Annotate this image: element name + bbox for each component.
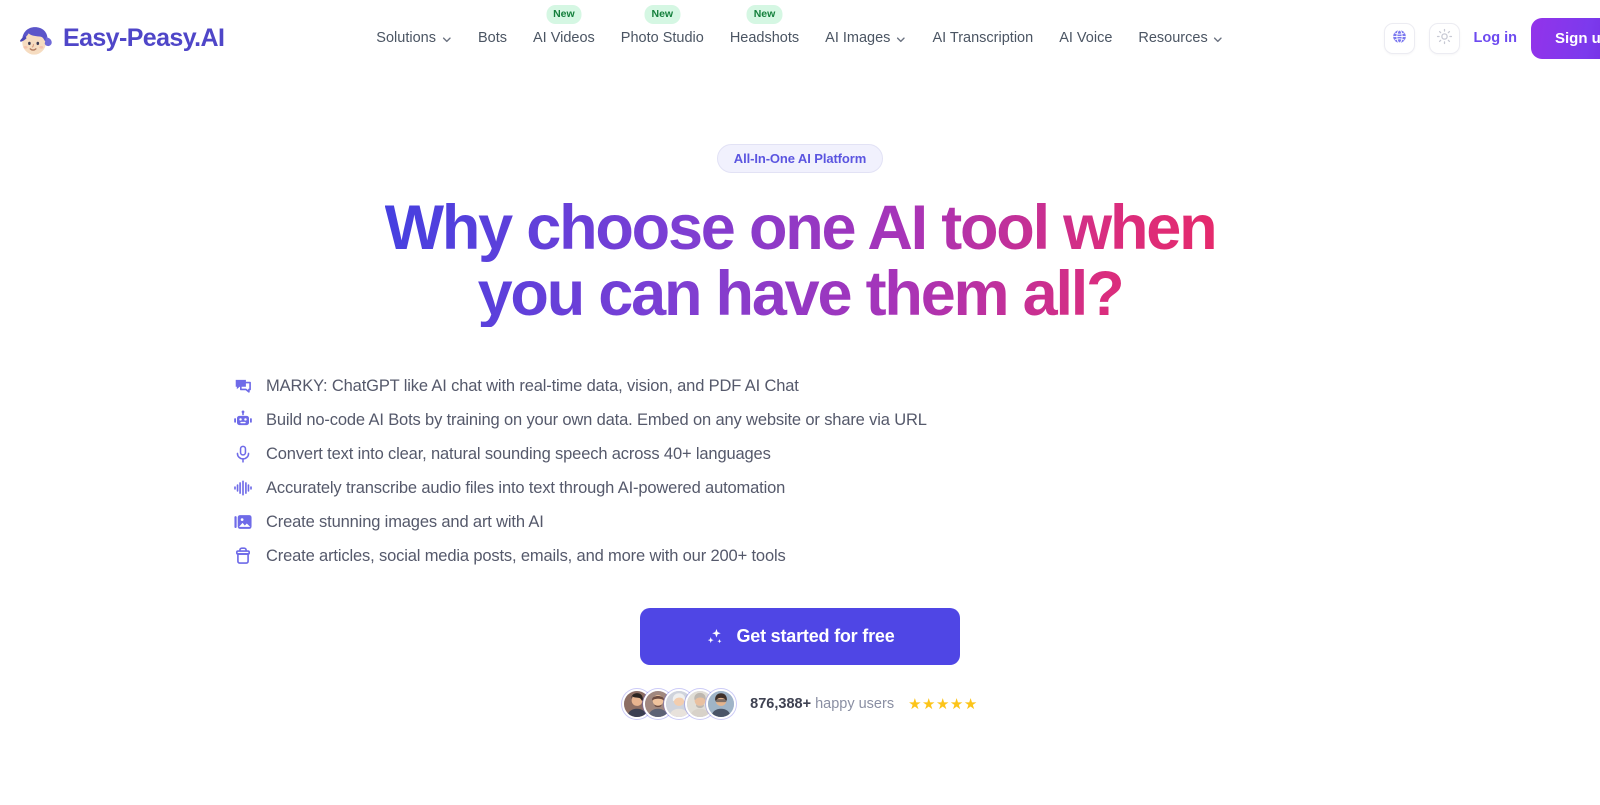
site-header: Easy-Peasy.AI Solutions Bots New AI Vide… <box>0 0 1600 76</box>
nav-item-label: AI Images <box>825 30 891 46</box>
avatar <box>706 689 737 720</box>
nav-item-solutions[interactable]: Solutions <box>376 24 452 52</box>
social-proof: 876,388+ happy users ★★★★★ <box>622 689 978 720</box>
globe-icon <box>1391 28 1408 48</box>
feature-item: MARKY: ChatGPT like AI chat with real-ti… <box>232 369 1368 403</box>
primary-navigation: Solutions Bots New AI Videos New Photo S… <box>376 0 1223 76</box>
nav-item-label: AI Videos <box>532 30 595 46</box>
nav-item-label: AI Voice <box>1059 30 1113 46</box>
feature-item: Create articles, social media posts, ema… <box>232 539 1368 573</box>
header-actions: Log in Sign up <box>1383 0 1600 76</box>
nav-item-bots[interactable]: Bots <box>478 24 507 52</box>
new-badge: New <box>546 5 582 24</box>
sparkles-icon <box>705 627 725 647</box>
new-badge: New <box>746 5 783 24</box>
nav-item-label: AI Transcription <box>932 30 1034 46</box>
chat-bubble-icon <box>232 369 254 403</box>
headline-line-2: you can have them all? <box>477 259 1123 330</box>
signup-button[interactable]: Sign up <box>1531 17 1600 59</box>
page-title: Why choose one AI tool when you can have… <box>385 195 1216 327</box>
toolbox-icon <box>232 539 254 573</box>
mascot-face-icon <box>14 17 56 59</box>
microphone-icon <box>232 437 254 471</box>
feature-item: Create stunning images and art with AI <box>232 505 1368 539</box>
cta-container: Get started for free <box>0 608 1600 666</box>
feature-item: Accurately transcribe audio files into t… <box>232 471 1368 505</box>
sun-icon <box>1436 28 1453 48</box>
chevron-down-icon <box>441 33 452 44</box>
feature-item: Convert text into clear, natural soundin… <box>232 437 1368 471</box>
image-icon <box>232 505 254 539</box>
waveform-icon <box>232 471 254 505</box>
nav-item-ai-images[interactable]: AI Images <box>825 24 906 52</box>
nav-item-ai-voice[interactable]: AI Voice <box>1059 24 1112 52</box>
login-link[interactable]: Log in <box>1474 30 1518 46</box>
nav-item-ai-transcription[interactable]: AI Transcription <box>932 24 1033 52</box>
feature-text: Accurately transcribe audio files into t… <box>266 479 786 498</box>
nav-item-resources[interactable]: Resources <box>1138 24 1223 52</box>
nav-item-label: Solutions <box>376 30 436 46</box>
headline-line-1: Why choose one AI tool when <box>384 193 1216 263</box>
feature-text: Create stunning images and art with AI <box>266 513 544 532</box>
language-selector-button[interactable] <box>1383 22 1415 54</box>
nav-item-ai-videos[interactable]: New AI Videos <box>532 5 595 52</box>
feature-list: MARKY: ChatGPT like AI chat with real-ti… <box>232 369 1368 573</box>
nav-item-photo-studio[interactable]: New Photo Studio <box>620 5 704 52</box>
hero-pill-badge: All-In-One AI Platform <box>716 144 884 173</box>
chevron-down-icon <box>895 33 906 44</box>
nav-item-label: Photo Studio <box>620 30 704 46</box>
feature-text: Create articles, social media posts, ema… <box>266 547 786 566</box>
feature-text: Build no-code AI Bots by training on you… <box>266 411 927 430</box>
happy-users-text: 876,388+ happy users <box>750 696 894 712</box>
chevron-down-icon <box>1213 33 1224 44</box>
star-rating: ★★★★★ <box>908 695 978 713</box>
avatar-group <box>622 689 737 720</box>
nav-item-label: Resources <box>1138 30 1208 46</box>
brand-logo[interactable]: Easy-Peasy.AI <box>14 17 225 59</box>
feature-text: MARKY: ChatGPT like AI chat with real-ti… <box>266 377 799 396</box>
get-started-button[interactable]: Get started for free <box>640 608 960 666</box>
feature-text: Convert text into clear, natural soundin… <box>266 445 771 464</box>
hero-section: All-In-One AI Platform Why choose one AI… <box>0 76 1600 720</box>
new-badge: New <box>644 5 681 24</box>
happy-users-label: happy users <box>815 696 895 713</box>
happy-users-count: 876,388+ <box>750 696 812 713</box>
theme-toggle-button[interactable] <box>1428 22 1460 54</box>
brand-name: Easy-Peasy.AI <box>63 23 225 52</box>
robot-icon <box>232 403 254 437</box>
feature-item: Build no-code AI Bots by training on you… <box>232 403 1368 437</box>
nav-item-headshots[interactable]: New Headshots <box>729 5 800 52</box>
nav-item-label: Bots <box>477 30 507 46</box>
get-started-label: Get started for free <box>736 626 895 647</box>
nav-item-label: Headshots <box>729 30 800 46</box>
